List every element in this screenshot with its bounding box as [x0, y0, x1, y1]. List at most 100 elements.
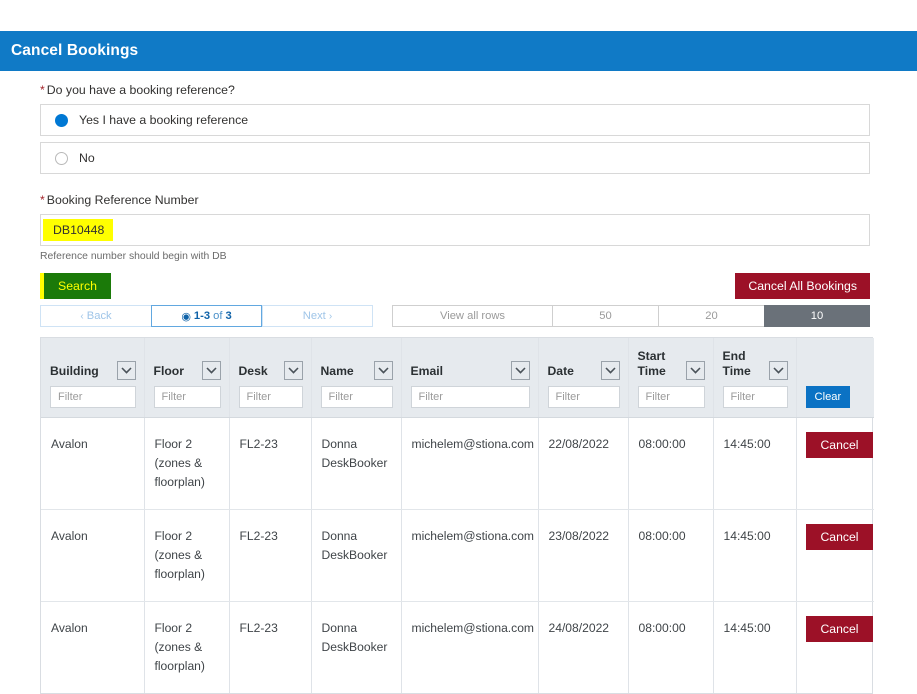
- cell-name: Donna DeskBooker: [311, 418, 401, 510]
- column-header-floor: Floor: [144, 338, 229, 418]
- action-row: Search Cancel All Bookings: [40, 273, 870, 299]
- column-label: Start Time: [638, 349, 681, 380]
- chevron-down-icon[interactable]: [284, 361, 303, 380]
- page-size-50[interactable]: 50: [552, 305, 658, 327]
- cell-building: Avalon: [41, 602, 144, 694]
- booking-reference-form: *Do you have a booking reference? Yes I …: [40, 82, 870, 262]
- eye-icon: ◉: [181, 310, 191, 323]
- chevron-down-icon[interactable]: [601, 361, 620, 380]
- booking-reference-value: DB10448: [43, 219, 113, 241]
- pagination-back-button[interactable]: ‹ Back: [40, 305, 151, 327]
- column-header-name: Name: [311, 338, 401, 418]
- column-label: Building: [50, 364, 99, 380]
- cell-floor: Floor 2 (zones & floorplan): [144, 510, 229, 602]
- radio-option-no-label: No: [79, 151, 95, 165]
- filter-input-date[interactable]: [548, 386, 620, 408]
- page-size-10[interactable]: 10: [764, 305, 870, 327]
- pagination-of-label: of: [213, 310, 222, 322]
- column-label: Date: [548, 364, 574, 380]
- chevron-down-icon[interactable]: [686, 361, 705, 380]
- table-header-row: Building Floor: [41, 338, 874, 418]
- required-asterisk: *: [40, 83, 45, 97]
- chevron-down-icon[interactable]: [511, 361, 530, 380]
- pagination-current-range[interactable]: ◉1-3of3: [151, 305, 262, 327]
- column-label: Desk: [239, 364, 268, 380]
- pagination-total: 3: [225, 310, 231, 322]
- cancel-booking-button[interactable]: Cancel: [806, 524, 874, 550]
- filter-input-email[interactable]: [411, 386, 530, 408]
- pagination-control: ‹ Back ◉1-3of3 Next ›: [40, 305, 373, 327]
- chevron-down-icon[interactable]: [202, 361, 221, 380]
- question-text: Do you have a booking reference?: [47, 83, 235, 97]
- table-row: Avalon Floor 2 (zones & floorplan) FL2-2…: [41, 510, 874, 602]
- cell-start-time: 08:00:00: [628, 510, 713, 602]
- cell-start-time: 08:00:00: [628, 602, 713, 694]
- spacer: [40, 180, 870, 192]
- cell-action: Cancel: [796, 602, 874, 694]
- booking-reference-question-label: *Do you have a booking reference?: [40, 82, 870, 98]
- filter-input-floor[interactable]: [154, 386, 221, 408]
- column-label: Email: [411, 364, 444, 380]
- cell-desk: FL2-23: [229, 602, 311, 694]
- booking-reference-input[interactable]: DB10448: [40, 214, 870, 246]
- booking-reference-helper-text: Reference number should begin with DB: [40, 251, 870, 262]
- page-size-view-all[interactable]: View all rows: [392, 305, 552, 327]
- filter-input-start-time[interactable]: [638, 386, 705, 408]
- cell-email: michelem@stiona.com: [401, 510, 538, 602]
- chevron-down-icon[interactable]: [117, 361, 136, 380]
- chevron-left-icon: ‹: [80, 311, 83, 322]
- pagination-row: ‹ Back ◉1-3of3 Next › View all rows 50 2…: [40, 305, 870, 327]
- pagination-range: 1-3: [194, 310, 210, 322]
- table-row: Avalon Floor 2 (zones & floorplan) FL2-2…: [41, 418, 874, 510]
- column-header-start-time: Start Time: [628, 338, 713, 418]
- filter-input-end-time[interactable]: [723, 386, 788, 408]
- page-size-20[interactable]: 20: [658, 305, 764, 327]
- filter-input-desk[interactable]: [239, 386, 303, 408]
- reference-label-text: Booking Reference Number: [47, 193, 199, 207]
- radio-option-yes[interactable]: Yes I have a booking reference: [40, 104, 870, 136]
- cell-action: Cancel: [796, 418, 874, 510]
- column-header-email: Email: [401, 338, 538, 418]
- clear-filters-button[interactable]: Clear: [806, 386, 851, 408]
- cell-floor: Floor 2 (zones & floorplan): [144, 418, 229, 510]
- column-header-end-time: End Time: [713, 338, 796, 418]
- cell-end-time: 14:45:00: [713, 602, 796, 694]
- cell-building: Avalon: [41, 510, 144, 602]
- cell-end-time: 14:45:00: [713, 510, 796, 602]
- cell-date: 23/08/2022: [538, 510, 628, 602]
- chevron-down-icon[interactable]: [374, 361, 393, 380]
- cell-date: 24/08/2022: [538, 602, 628, 694]
- radio-unselected-icon: [55, 152, 68, 165]
- cell-desk: FL2-23: [229, 418, 311, 510]
- cell-email: michelem@stiona.com: [401, 602, 538, 694]
- column-label: Name: [321, 364, 354, 380]
- column-header-building: Building: [41, 338, 144, 418]
- cell-building: Avalon: [41, 418, 144, 510]
- pagination-next-label: Next: [303, 310, 326, 322]
- column-header-date: Date: [538, 338, 628, 418]
- bookings-table: Building Floor: [40, 337, 873, 694]
- cell-end-time: 14:45:00: [713, 418, 796, 510]
- pagination-next-button[interactable]: Next ›: [262, 305, 373, 327]
- cell-start-time: 08:00:00: [628, 418, 713, 510]
- cell-action: Cancel: [796, 510, 874, 602]
- radio-selected-icon: [55, 114, 68, 127]
- cell-floor: Floor 2 (zones & floorplan): [144, 602, 229, 694]
- filter-input-building[interactable]: [50, 386, 136, 408]
- search-button[interactable]: Search: [44, 273, 111, 299]
- radio-option-no[interactable]: No: [40, 142, 870, 174]
- cell-desk: FL2-23: [229, 510, 311, 602]
- app-title-bar: Cancel Bookings: [0, 31, 917, 71]
- column-header-desk: Desk: [229, 338, 311, 418]
- filter-input-name[interactable]: [321, 386, 393, 408]
- cancel-all-bookings-button[interactable]: Cancel All Bookings: [735, 273, 870, 299]
- column-label: Floor: [154, 364, 184, 380]
- cancel-booking-button[interactable]: Cancel: [806, 432, 874, 458]
- cancel-booking-button[interactable]: Cancel: [806, 616, 874, 642]
- cell-name: Donna DeskBooker: [311, 602, 401, 694]
- chevron-right-icon: ›: [329, 311, 332, 322]
- booking-reference-number-label: *Booking Reference Number: [40, 192, 870, 208]
- column-header-actions: Clear: [796, 338, 874, 418]
- chevron-down-icon[interactable]: [769, 361, 788, 380]
- table-body: Avalon Floor 2 (zones & floorplan) FL2-2…: [41, 418, 874, 694]
